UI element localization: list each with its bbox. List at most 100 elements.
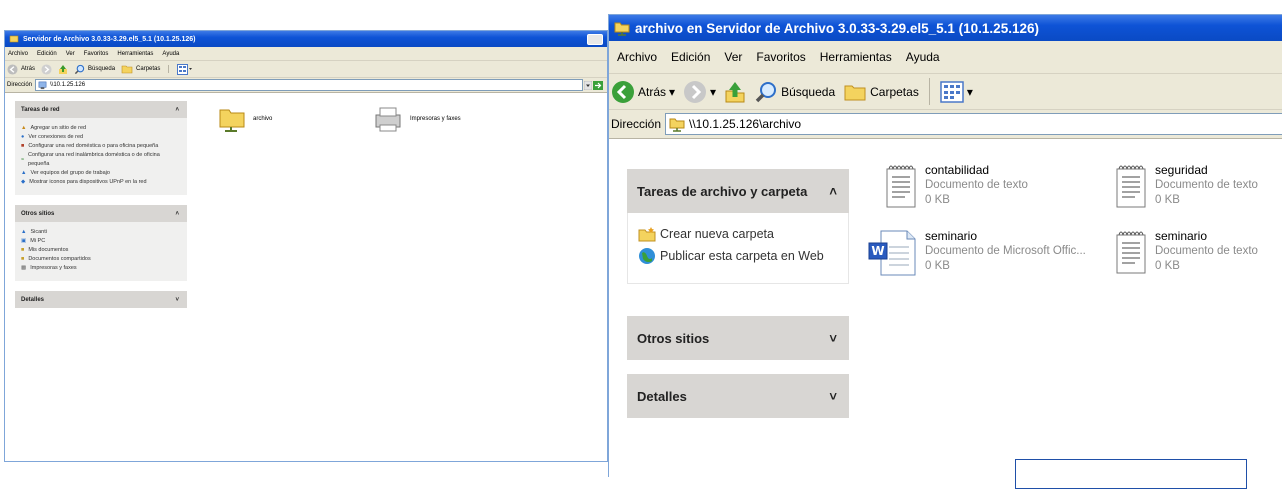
task-add-network-place[interactable]: ▲ Agregar un sitio de red <box>21 124 181 133</box>
folders-icon <box>844 85 866 100</box>
place-sicanti[interactable]: ▲ Sicanti <box>21 228 181 237</box>
menu-ayuda[interactable]: Ayuda <box>162 51 179 57</box>
shared-folder-icon: ■ <box>21 256 25 262</box>
search-icon <box>74 64 85 74</box>
task-setup-wireless-network[interactable]: ≈ Configurar una red inalámbrica doméstic… <box>21 151 181 169</box>
menu-ver[interactable]: Ver <box>724 50 742 64</box>
back-dropdown-icon[interactable]: ▾ <box>669 85 675 99</box>
task-new-folder[interactable]: Crear nueva carpeta <box>638 223 838 245</box>
details-title: Detalles <box>21 296 45 303</box>
views-icon <box>940 80 964 103</box>
text-document-icon <box>1116 231 1146 274</box>
task-pane: Tareas de archivo y carpeta ˄ Crear nuev… <box>609 139 849 477</box>
file-size: 0 KB <box>925 194 950 206</box>
folders-button[interactable]: Carpetas <box>843 81 919 103</box>
menu-bar: Archivo Edición Ver Favoritos Herramient… <box>5 47 607 61</box>
details-header[interactable]: Detalles ˅ <box>15 291 187 308</box>
expand-chevron-icon[interactable]: ˅ <box>829 389 837 404</box>
collapse-chevron-icon[interactable]: ˄ <box>175 211 179 217</box>
forward-arrow-icon[interactable] <box>41 63 52 75</box>
folders-label: Carpetas <box>136 66 161 72</box>
menu-ver[interactable]: Ver <box>66 51 75 57</box>
svg-text:W: W <box>871 244 884 258</box>
search-button[interactable]: Búsqueda <box>754 80 835 104</box>
menu-archivo[interactable]: Archivo <box>617 50 657 64</box>
search-label: Búsqueda <box>88 66 116 72</box>
search-button[interactable]: Búsqueda <box>74 64 115 75</box>
explorer-body: Tareas de red ˄ ▲ Agregar un sitio de red… <box>5 93 607 453</box>
toolbar-separator <box>928 78 930 105</box>
task-show-upnp-icons[interactable]: ◆ Mostrar iconos para dispositivos UPnP e… <box>21 178 181 187</box>
add-place-icon: ▲ <box>21 125 27 131</box>
forward-dropdown-icon[interactable]: ▾ <box>710 85 716 99</box>
other-places-header[interactable]: Otros sitios ˄ <box>15 205 187 222</box>
file-item-seguridad[interactable]: seguridad Documento de texto 0 KB <box>1115 163 1258 209</box>
task-view-workgroup[interactable]: ▲ Ver equipos del grupo de trabajo <box>21 169 181 178</box>
network-tasks-panel: Tareas de red ˄ ▲ Agregar un sitio de red… <box>15 101 187 195</box>
folders-button[interactable]: Carpetas <box>121 64 160 74</box>
file-item-seminario-doc[interactable]: W seminario Documento de Microsoft Offic… <box>867 229 1086 277</box>
back-button[interactable]: Atrás ▾ <box>611 80 675 104</box>
task-setup-home-network[interactable]: ■ Configurar una red doméstica o para ofi… <box>21 142 181 151</box>
collapse-chevron-icon[interactable]: ˄ <box>829 184 837 199</box>
window-control-buttons[interactable] <box>587 33 603 45</box>
file-item-contabilidad[interactable]: contabilidad Documento de texto 0 KB <box>885 163 1028 209</box>
views-button[interactable]: ▾ <box>940 80 973 103</box>
task-publish-web[interactable]: Publicar esta carpeta en Web <box>638 245 838 267</box>
menu-favoritos[interactable]: Favoritos <box>84 51 109 57</box>
place-my-documents[interactable]: ■ Mis documentos <box>21 246 181 255</box>
network-tasks-header[interactable]: Tareas de red ˄ <box>15 101 187 118</box>
other-places-panel: Otros sitios ˅ <box>627 316 849 360</box>
address-input[interactable]: \\10.1.25.126 <box>35 79 603 91</box>
network-tasks-list: ▲ Agregar un sitio de red ● Ver conexiones… <box>15 118 187 195</box>
search-icon <box>755 81 777 102</box>
text-document-icon <box>1116 165 1146 208</box>
other-places-header[interactable]: Otros sitios ˅ <box>627 316 849 360</box>
address-value: \\10.1.25.126\archivo <box>689 116 802 131</box>
details-header[interactable]: Detalles ˅ <box>627 374 849 418</box>
place-shared-documents[interactable]: ■ Documentos compartidos <box>21 255 181 264</box>
place-printers[interactable]: ▩ Impresoras y faxes <box>21 264 181 273</box>
file-tasks-title: Tareas de archivo y carpeta <box>637 183 808 199</box>
expand-chevron-icon[interactable]: ˅ <box>175 297 179 303</box>
forward-arrow-icon <box>684 80 707 103</box>
file-item-seminario-txt[interactable]: seminario Documento de texto 0 KB <box>1115 229 1258 275</box>
printer-icon: ▩ <box>21 265 27 271</box>
views-dropdown-icon[interactable]: ▾ <box>967 85 973 99</box>
menu-edicion[interactable]: Edición <box>37 51 57 57</box>
up-folder-icon[interactable] <box>58 64 68 75</box>
other-places-title: Otros sitios <box>637 330 710 346</box>
menu-edicion[interactable]: Edición <box>671 50 710 64</box>
share-item-archivo[interactable]: archivo <box>217 105 272 133</box>
menu-archivo[interactable]: Archivo <box>8 51 28 57</box>
folders-icon <box>121 65 133 74</box>
title-bar[interactable]: archivo en Servidor de Archivo 3.0.33-3.… <box>609 15 1282 41</box>
share-name: archivo <box>253 116 273 122</box>
network-drive-icon <box>38 81 47 89</box>
menu-favoritos[interactable]: Favoritos <box>756 50 805 64</box>
network-folder-icon <box>9 35 19 43</box>
place-my-computer[interactable]: ▣ Mi PC <box>21 237 181 246</box>
back-button[interactable]: Atrás <box>7 63 35 75</box>
share-window: archivo en Servidor de Archivo 3.0.33-3.… <box>608 14 1282 477</box>
network-window: Servidor de Archivo 3.0.33-3.29.el5_5.1 … <box>4 30 608 462</box>
forward-button[interactable]: ▾ <box>683 80 716 104</box>
address-input[interactable]: \\10.1.25.126\archivo <box>665 112 1282 136</box>
up-folder-icon[interactable] <box>724 80 746 104</box>
title-bar[interactable]: Servidor de Archivo 3.0.33-3.29.el5_5.1 … <box>5 31 607 47</box>
menu-herramientas[interactable]: Herramientas <box>117 51 153 57</box>
other-places-list: ▲ Sicanti ▣ Mi PC ■ Mis documentos ■ Documen… <box>15 222 187 281</box>
views-icon[interactable] <box>177 63 193 75</box>
printers-label: Impresoras y faxes <box>410 116 461 122</box>
menu-ayuda[interactable]: Ayuda <box>906 50 940 64</box>
task-view-connections[interactable]: ● Ver conexiones de red <box>21 133 181 142</box>
menu-herramientas[interactable]: Herramientas <box>820 50 892 64</box>
expand-chevron-icon[interactable]: ˅ <box>829 331 837 346</box>
printers-item[interactable]: Impresoras y faxes <box>372 105 461 133</box>
word-document-icon: W <box>868 230 916 276</box>
file-tasks-header[interactable]: Tareas de archivo y carpeta ˄ <box>627 169 849 213</box>
go-button[interactable] <box>584 80 604 90</box>
collapse-chevron-icon[interactable]: ˄ <box>175 107 179 113</box>
file-size: 0 KB <box>1155 260 1180 272</box>
address-value: \\10.1.25.126 <box>50 82 86 88</box>
